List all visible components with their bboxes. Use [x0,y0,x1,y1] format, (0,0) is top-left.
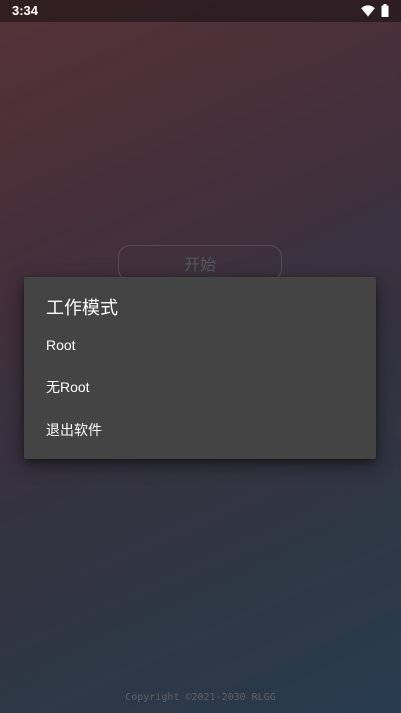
copyright-text: Copyright ©2021-2030 RLGG [125,692,276,703]
status-icons [361,4,389,17]
wifi-icon [361,4,375,17]
dialog-item-label: Root [46,337,76,353]
status-time: 3:34 [12,3,39,18]
dialog-item-label: 退出软件 [46,422,102,438]
dialog-title: 工作模式 [46,298,118,319]
dialog-item-no-root[interactable]: 无Root [24,367,376,407]
dialog-item-label: 无Root [46,379,90,395]
dialog-item-exit-app[interactable]: 退出软件 [24,410,376,450]
battery-icon [381,4,389,17]
work-mode-dialog: 工作模式 Root 无Root 退出软件 [24,277,376,459]
dialog-item-root[interactable]: Root [24,325,376,365]
status-bar: 3:34 [0,0,401,22]
